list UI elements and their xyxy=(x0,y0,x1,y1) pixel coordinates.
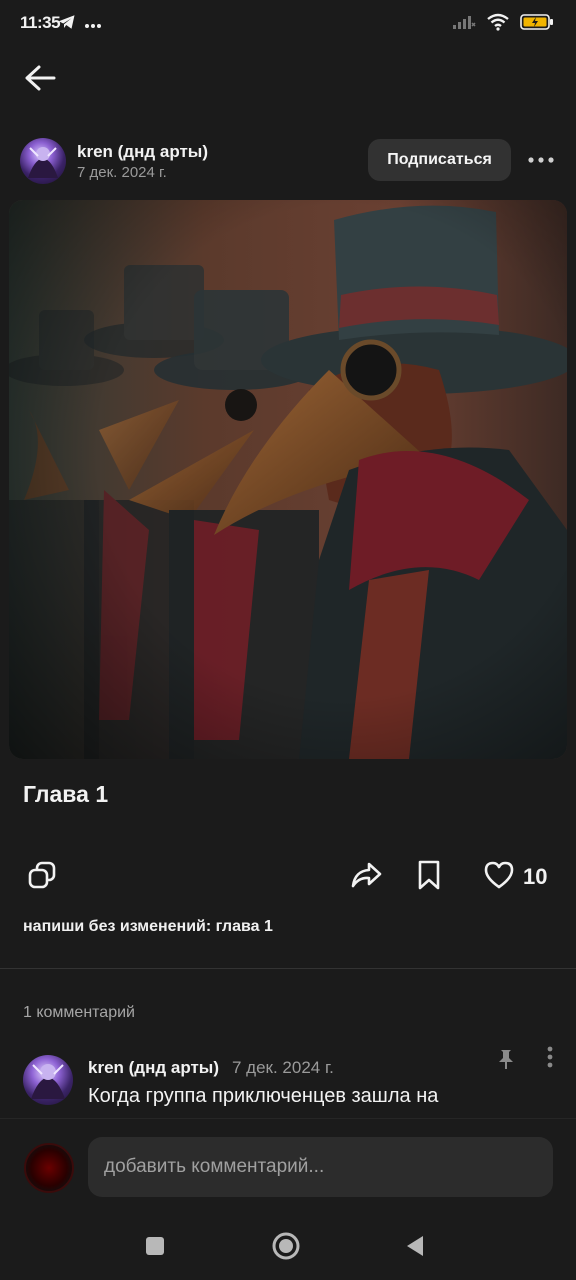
more-vertical-icon xyxy=(538,1046,562,1075)
comment-author[interactable]: kren (днд арты) xyxy=(88,1058,219,1078)
status-time: 11:35 xyxy=(20,13,61,32)
bookmark-icon xyxy=(416,859,442,896)
share-button[interactable] xyxy=(347,858,385,896)
author-name[interactable]: kren (днд арты) xyxy=(77,142,208,162)
telegram-icon xyxy=(58,14,76,35)
square-icon xyxy=(144,1235,166,1262)
post-header: kren (днд арты) 7 дек. 2024 г. Подписать… xyxy=(20,138,556,186)
wifi-icon xyxy=(486,13,510,36)
comment-input[interactable] xyxy=(88,1137,553,1197)
post-actions: 10 xyxy=(0,850,576,904)
triangle-back-icon xyxy=(404,1234,426,1263)
signal-icon xyxy=(452,14,476,35)
comment-text: Когда группа приключенцев зашла на xyxy=(88,1085,439,1107)
copy-button[interactable] xyxy=(23,858,61,896)
comments-count: 1 комментарий xyxy=(23,1004,135,1021)
like-button[interactable] xyxy=(480,858,518,896)
status-left-icons xyxy=(58,14,102,35)
post-more-button[interactable] xyxy=(525,146,557,172)
comment-author-avatar[interactable] xyxy=(23,1055,73,1105)
more-dots-icon xyxy=(84,16,102,34)
status-right-icons xyxy=(452,13,554,36)
back-button[interactable] xyxy=(22,62,58,98)
battery-icon xyxy=(520,13,554,36)
more-horizontal-icon xyxy=(528,150,554,168)
pin-icon xyxy=(494,1047,518,1071)
comment-date: 7 дек. 2024 г. xyxy=(232,1058,334,1077)
share-arrow-icon xyxy=(349,860,383,895)
back-nav-button[interactable] xyxy=(397,1230,433,1266)
post-image[interactable] xyxy=(9,200,567,759)
bookmark-button[interactable] xyxy=(410,858,448,896)
comment-composer xyxy=(0,1118,576,1216)
post-title: Глава 1 xyxy=(23,781,109,807)
recent-apps-button[interactable] xyxy=(137,1230,173,1266)
divider xyxy=(0,968,576,969)
heart-icon xyxy=(483,860,515,895)
post-text: напиши без изменений: глава 1 xyxy=(23,918,273,935)
comment-item[interactable]: kren (днд арты) 7 дек. 2024 г. Когда гру… xyxy=(0,1045,576,1120)
circle-home-icon xyxy=(271,1231,301,1266)
status-bar: 11:35 xyxy=(0,0,576,50)
system-nav-bar xyxy=(0,1216,576,1280)
post-date: 7 дек. 2024 г. xyxy=(77,164,167,181)
arrow-left-icon xyxy=(23,63,57,98)
comment-more-button[interactable] xyxy=(538,1045,562,1071)
current-user-avatar[interactable] xyxy=(24,1143,74,1193)
like-count: 10 xyxy=(523,864,548,889)
subscribe-button[interactable]: Подписаться xyxy=(368,139,511,181)
copy-icon xyxy=(26,859,58,896)
author-avatar[interactable] xyxy=(20,138,66,184)
home-button[interactable] xyxy=(268,1230,304,1266)
